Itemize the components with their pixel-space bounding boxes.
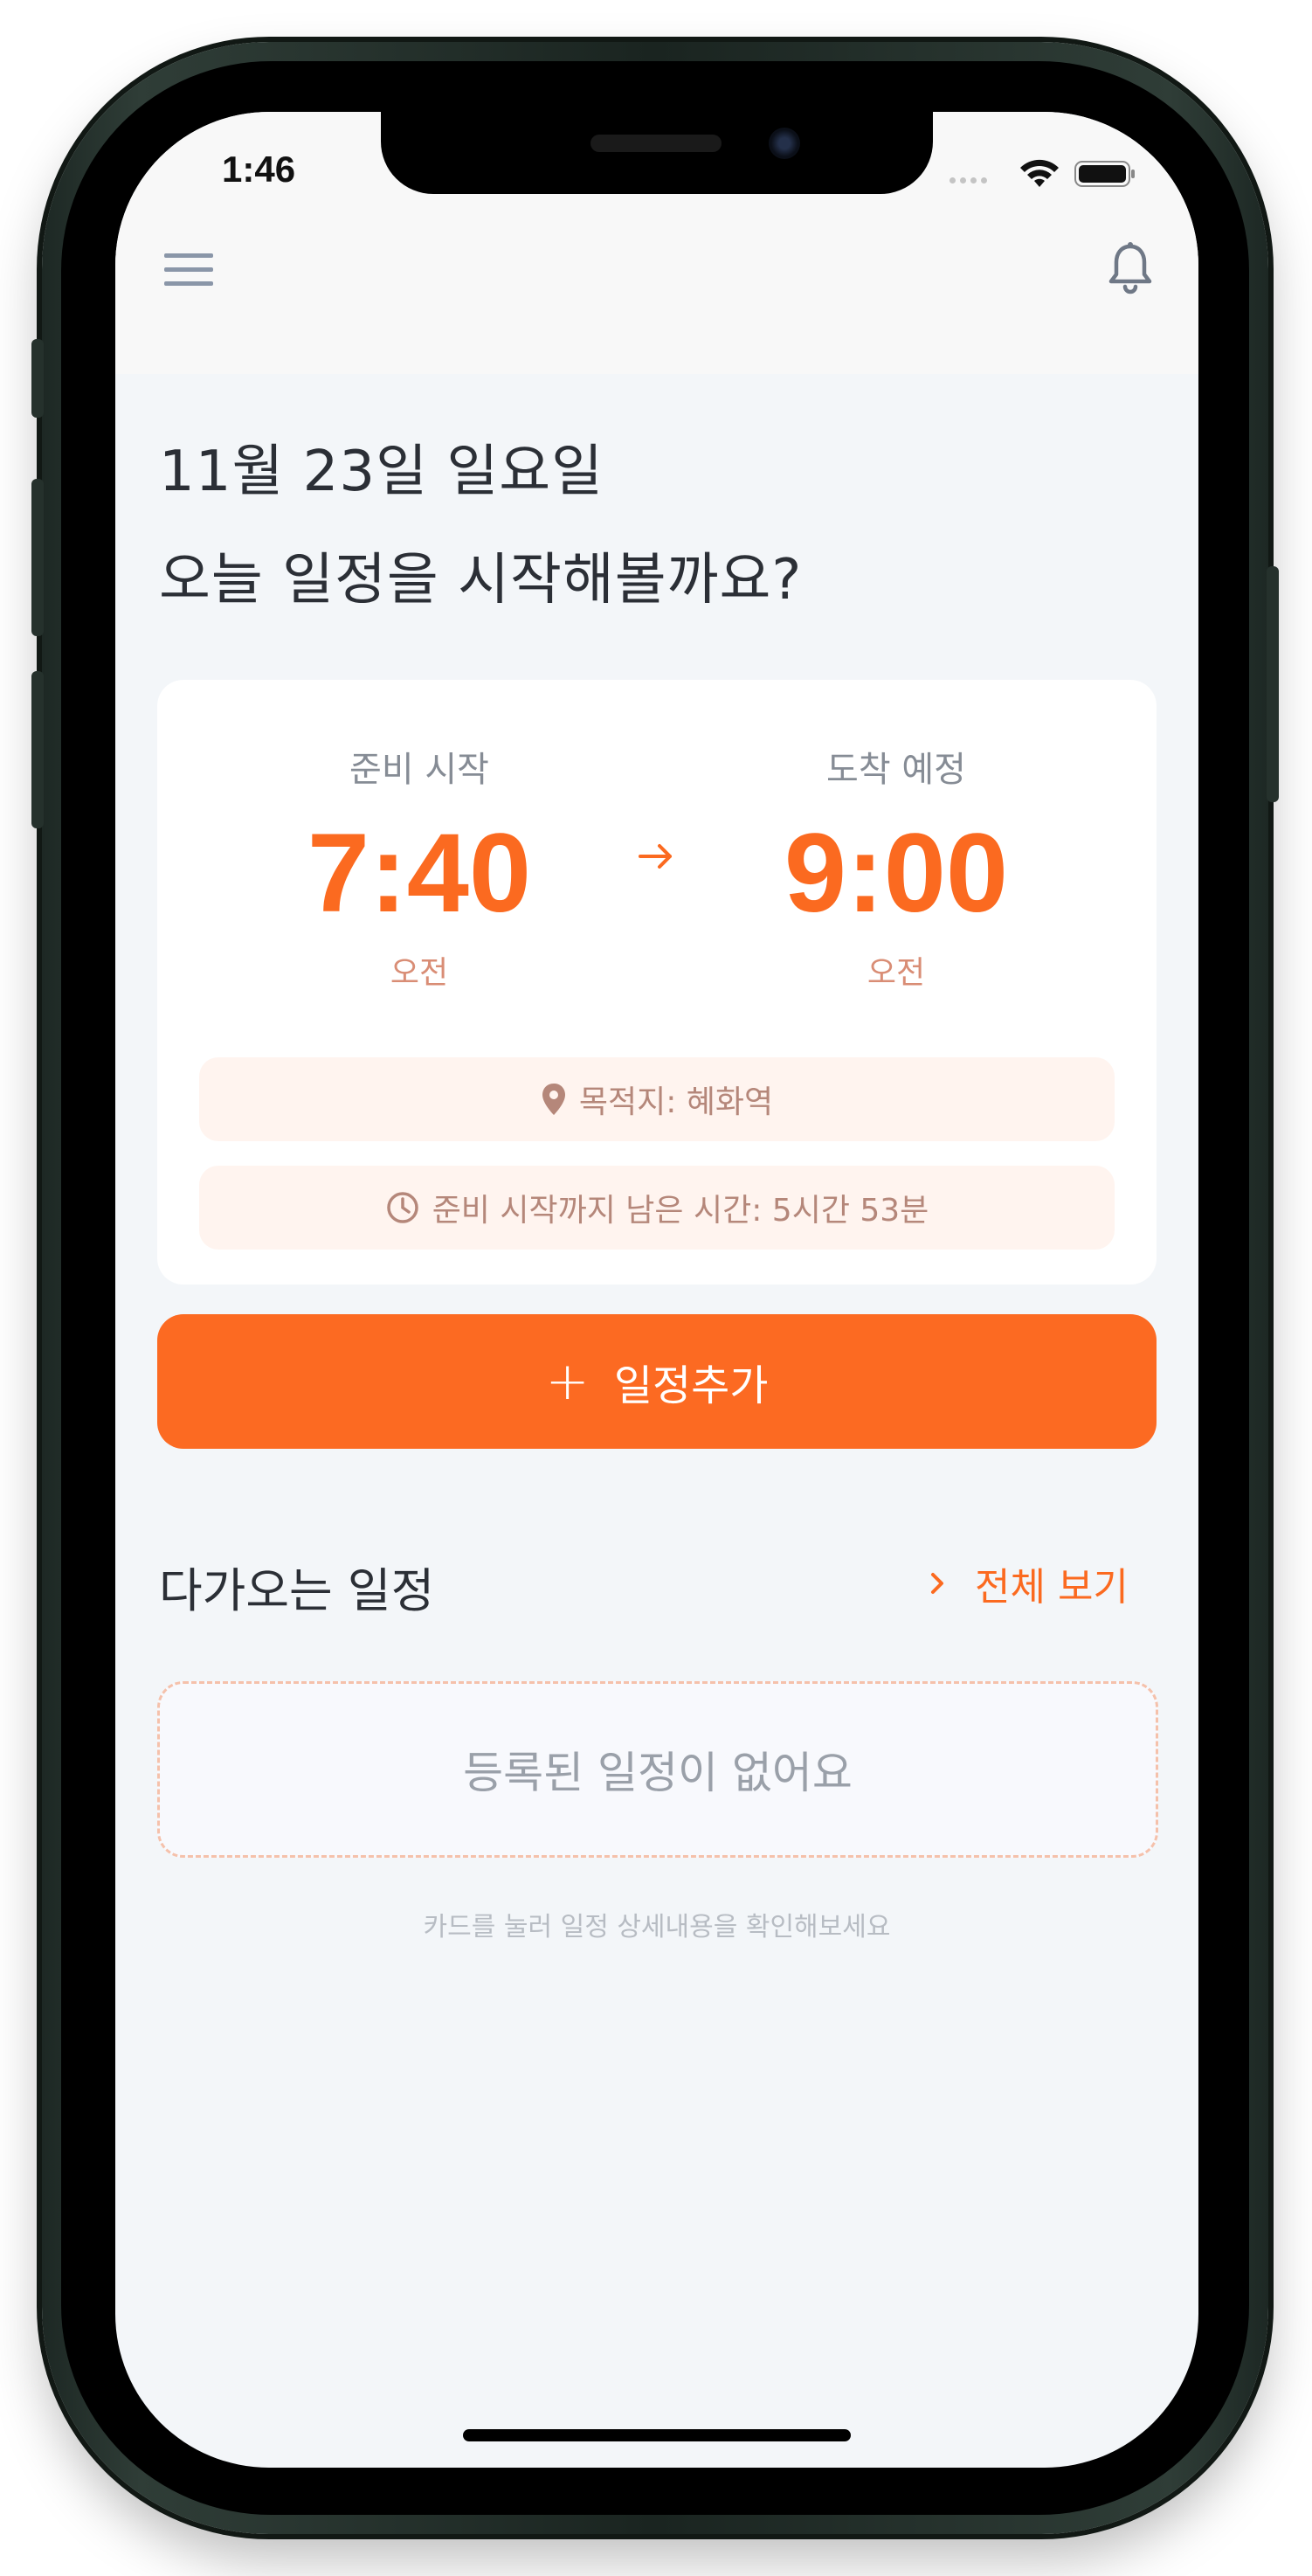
speaker-grille (590, 135, 722, 152)
chevron-right-icon (931, 1573, 943, 1594)
clock-icon (386, 1192, 418, 1223)
battery-icon (1074, 161, 1135, 187)
empty-schedule-placeholder: 등록된 일정이 없어요 (157, 1681, 1158, 1858)
see-all-link[interactable]: 전체 보기 (928, 1555, 1129, 1611)
destination-pill: 목적지: 혜화역 (199, 1057, 1115, 1141)
location-pin-icon (542, 1084, 565, 1115)
add-schedule-label: 일정추가 (613, 1361, 769, 1410)
arrival-label: 도착 예정 (826, 750, 966, 790)
prep-start-period: 오전 (390, 955, 449, 991)
front-camera (769, 128, 800, 159)
arrival-period: 오전 (867, 955, 926, 991)
hamburger-menu-icon[interactable] (161, 248, 217, 292)
remaining-time-pill: 준비 시작까지 남은 시간: 5시간 53분 (199, 1166, 1115, 1250)
destination-text: 목적지: 혜화역 (578, 1084, 774, 1120)
app-bar (115, 199, 1198, 374)
status-time: 1:46 (222, 149, 296, 190)
greeting-message: 오늘 일정을 시작해볼까요? (159, 548, 803, 613)
arrival-time: 9:00 (784, 811, 1009, 936)
add-schedule-button[interactable]: + 일정추가 (157, 1314, 1157, 1449)
mute-switch (31, 339, 44, 418)
arrival-block: 도착 예정 9:00 오전 (722, 741, 1071, 993)
volume-up-button (31, 479, 44, 636)
arrow-right-icon (639, 844, 672, 869)
power-button (1267, 566, 1279, 802)
wifi-icon (1020, 159, 1059, 187)
prep-start-label: 준비 시작 (349, 750, 489, 790)
plus-icon: + (545, 1351, 590, 1412)
volume-down-button (31, 671, 44, 828)
camera-notch (381, 112, 933, 194)
card-hint-text: 카드를 눌러 일정 상세내용을 확인해보세요 (423, 1912, 891, 1942)
bell-icon[interactable] (1106, 241, 1155, 297)
today-schedule-card[interactable]: 준비 시작 7:40 오전 도착 예정 9:00 오전 목적지: 혜화역 준비 … (157, 680, 1157, 1285)
date-title: 11월 23일 일요일 (159, 440, 604, 504)
app-screen: 1:46 11월 23일 일요일 오늘 일정을 시작해볼까요? 준비 시작 7:… (115, 112, 1198, 2468)
empty-schedule-message: 등록된 일정이 없어요 (463, 1748, 853, 1798)
prep-start-time: 7:40 (307, 811, 532, 936)
see-all-label: 전체 보기 (975, 1565, 1129, 1610)
cellular-signal-icon (949, 177, 987, 184)
remaining-time-text: 준비 시작까지 남은 시간: 5시간 53분 (432, 1193, 929, 1229)
upcoming-section-title: 다가오는 일정 (159, 1563, 435, 1618)
home-indicator[interactable] (463, 2429, 851, 2441)
prep-start-block: 준비 시작 7:40 오전 (245, 741, 594, 993)
